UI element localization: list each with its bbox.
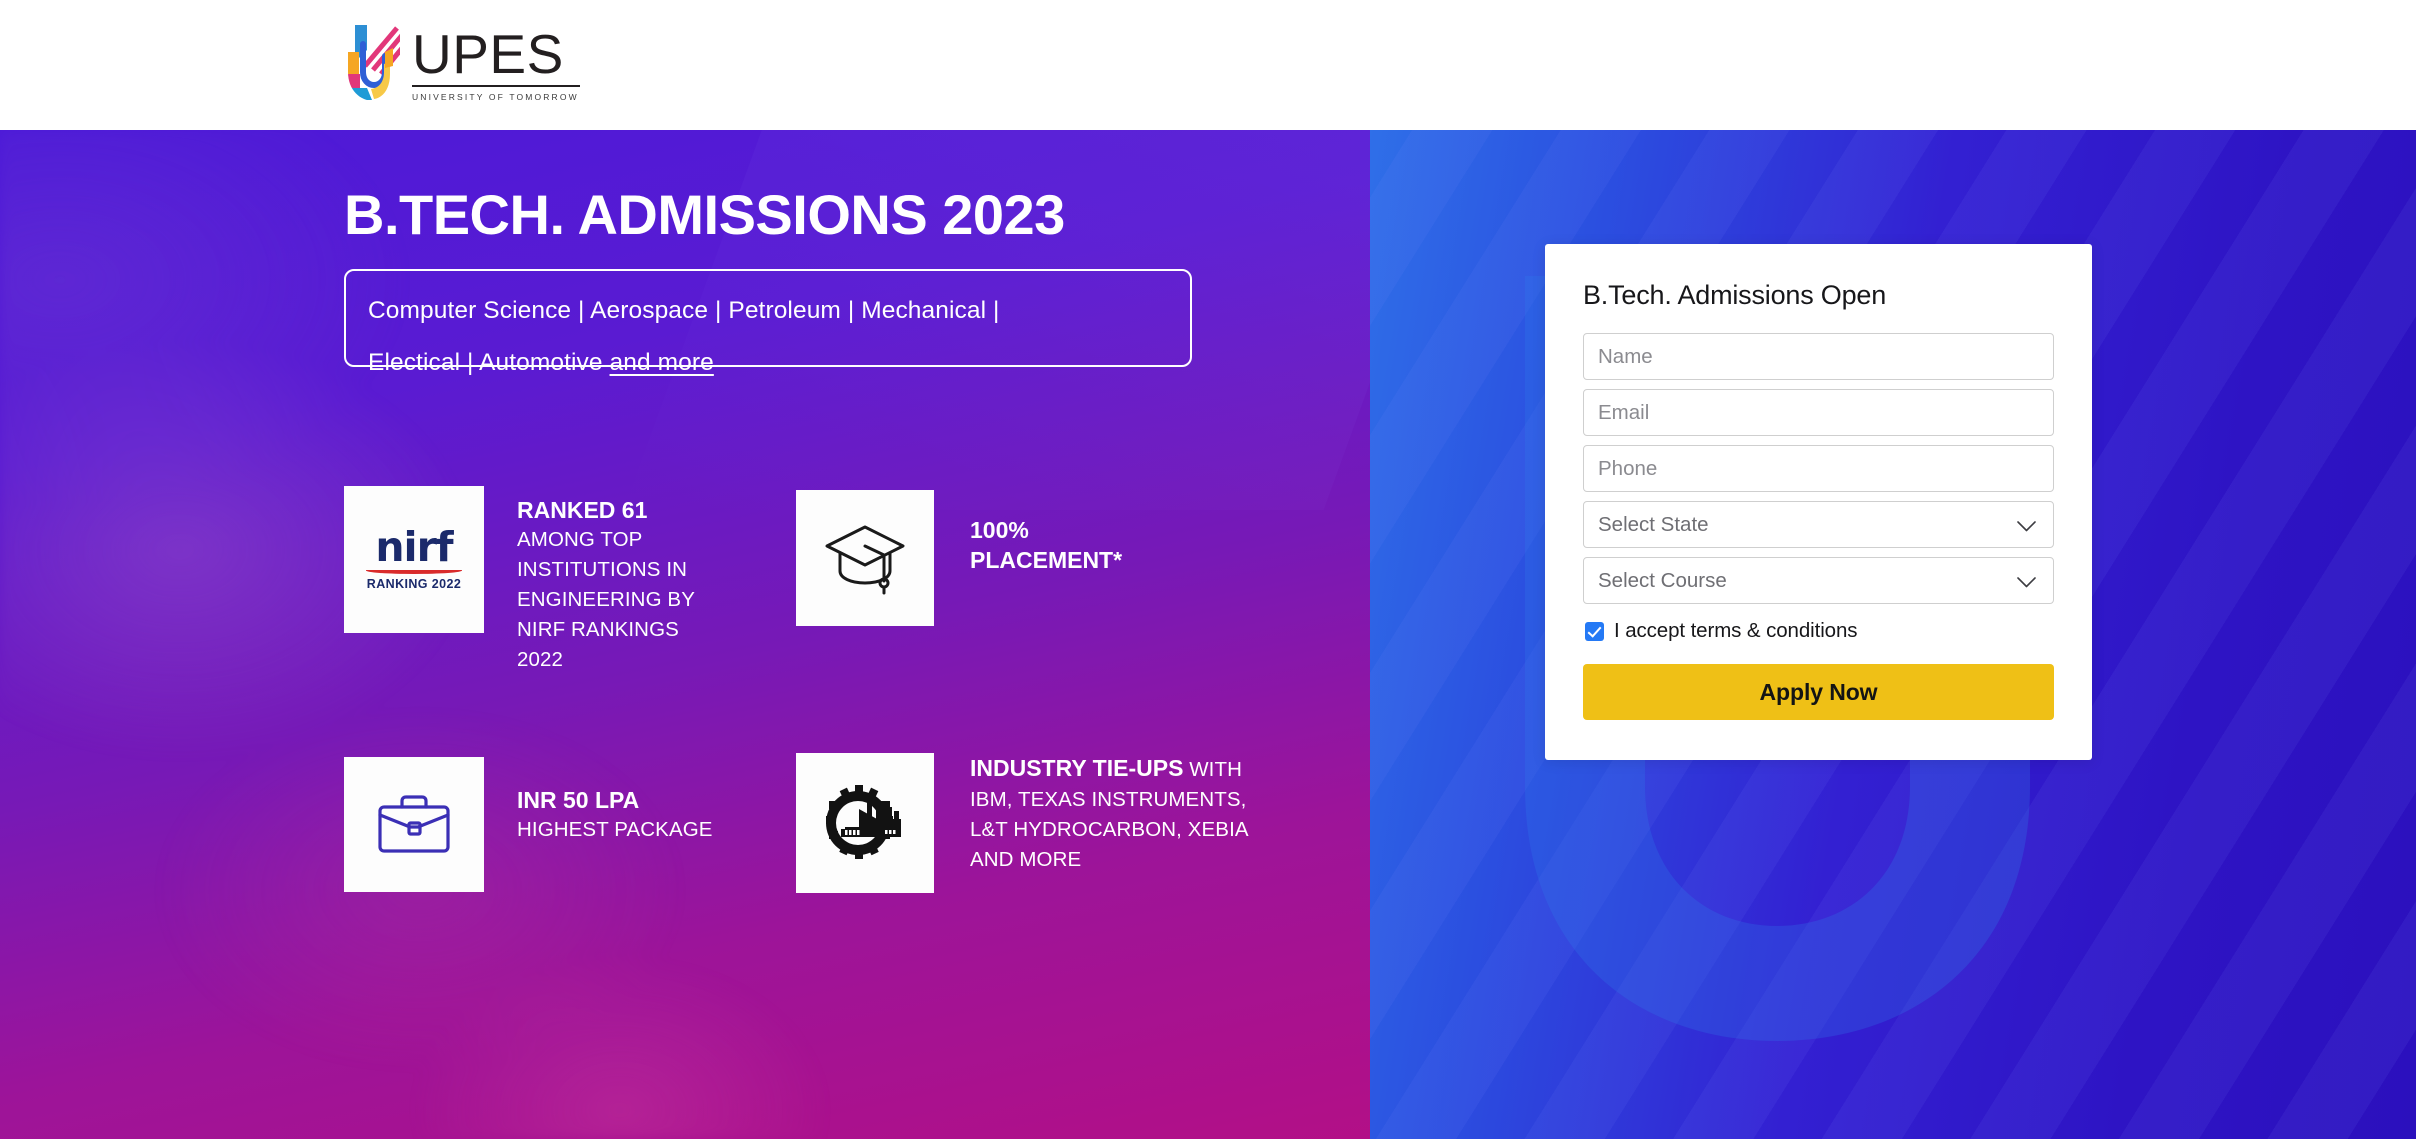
stat-package-title: INR 50 LPA — [517, 787, 640, 813]
form-title: B.Tech. Admissions Open — [1583, 280, 1887, 310]
email-input[interactable] — [1584, 390, 2053, 435]
upes-tagline: UNIVERSITY OF TOMORROW — [412, 92, 579, 102]
upes-wordmark: UPES — [412, 23, 564, 85]
stat-package-text: INR 50 LPA HIGHEST PACKAGE — [517, 785, 713, 845]
stat-placement: 100% PLACEMENT* — [796, 490, 1122, 626]
email-field-wrap[interactable] — [1583, 389, 2054, 436]
stat-tieups: INDUSTRY TIE-UPS WITH IBM, TEXAS INSTRUM… — [796, 753, 1270, 893]
factory-gear-icon — [796, 753, 934, 893]
nirf-wordmark: nirf — [375, 523, 453, 571]
stat-package-sub: HIGHEST PACKAGE — [517, 818, 713, 841]
course-line-2: Electical | Automotive and more — [368, 337, 1168, 389]
course-select-value[interactable]: Select Course — [1584, 558, 2053, 603]
course-list-box: Computer Science | Aerospace | Petroleum… — [344, 269, 1192, 376]
stat-ranked-title: RANKED 61 — [517, 497, 648, 523]
stat-package: INR 50 LPA HIGHEST PACKAGE — [344, 757, 713, 892]
page-title: B.TECH. ADMISSIONS 2023 — [344, 183, 1065, 246]
terms-label: I accept terms & conditions — [1614, 619, 1858, 642]
state-select-wrap[interactable]: Select State — [1583, 501, 2054, 548]
stat-tieups-title: INDUSTRY TIE-UPS — [970, 755, 1184, 781]
terms-checkbox[interactable] — [1585, 621, 1604, 641]
stat-placement-sub: PLACEMENT* — [970, 547, 1123, 573]
logo-divider — [412, 85, 580, 87]
and-more-link[interactable]: and more — [610, 349, 714, 376]
stat-ranked-sub: AMONG TOP INSTITUTIONS IN ENGINEERING BY… — [517, 528, 695, 671]
course-line-1: Computer Science | Aerospace | Petroleum… — [368, 297, 1000, 324]
upes-wordmark-block: UPES UNIVERSITY OF TOMORROW — [412, 25, 580, 102]
nirf-ranking-logo: nirf RANKING 2022 — [344, 486, 484, 633]
name-field-wrap[interactable] — [1583, 333, 2054, 380]
course-select-wrap[interactable]: Select Course — [1583, 557, 2054, 604]
stat-ranked-text: RANKED 61 AMONG TOP INSTITUTIONS IN ENGI… — [517, 495, 727, 675]
upes-logo[interactable]: UPES UNIVERSITY OF TOMORROW — [345, 22, 580, 104]
apply-now-button[interactable]: Apply Now — [1583, 664, 2054, 720]
site-header: UPES UNIVERSITY OF TOMORROW — [0, 0, 2416, 130]
stat-ranked: nirf RANKING 2022 RANKED 61 AMONG TOP IN… — [344, 486, 727, 675]
stat-placement-text: 100% PLACEMENT* — [970, 515, 1122, 575]
state-select-value[interactable]: Select State — [1584, 502, 2053, 547]
terms-row: I accept terms & conditions — [1585, 619, 2054, 643]
admissions-form-card: B.Tech. Admissions Open Select State Sel… — [1545, 244, 2092, 760]
name-input[interactable] — [1584, 334, 2053, 379]
phone-field-wrap[interactable] — [1583, 445, 2054, 492]
briefcase-icon — [344, 757, 484, 892]
course-line-2-text: Electical | Automotive — [368, 349, 610, 376]
nirf-year-label: RANKING 2022 — [366, 577, 462, 591]
graduation-cap-icon — [796, 490, 934, 626]
stat-placement-title: 100% — [970, 517, 1029, 543]
stat-tieups-text: INDUSTRY TIE-UPS WITH IBM, TEXAS INSTRUM… — [970, 753, 1270, 875]
upes-shield-icon — [345, 22, 403, 104]
phone-input[interactable] — [1584, 446, 2053, 491]
hero-content: B.TECH. ADMISSIONS 2023 Computer Science… — [0, 130, 1420, 1139]
